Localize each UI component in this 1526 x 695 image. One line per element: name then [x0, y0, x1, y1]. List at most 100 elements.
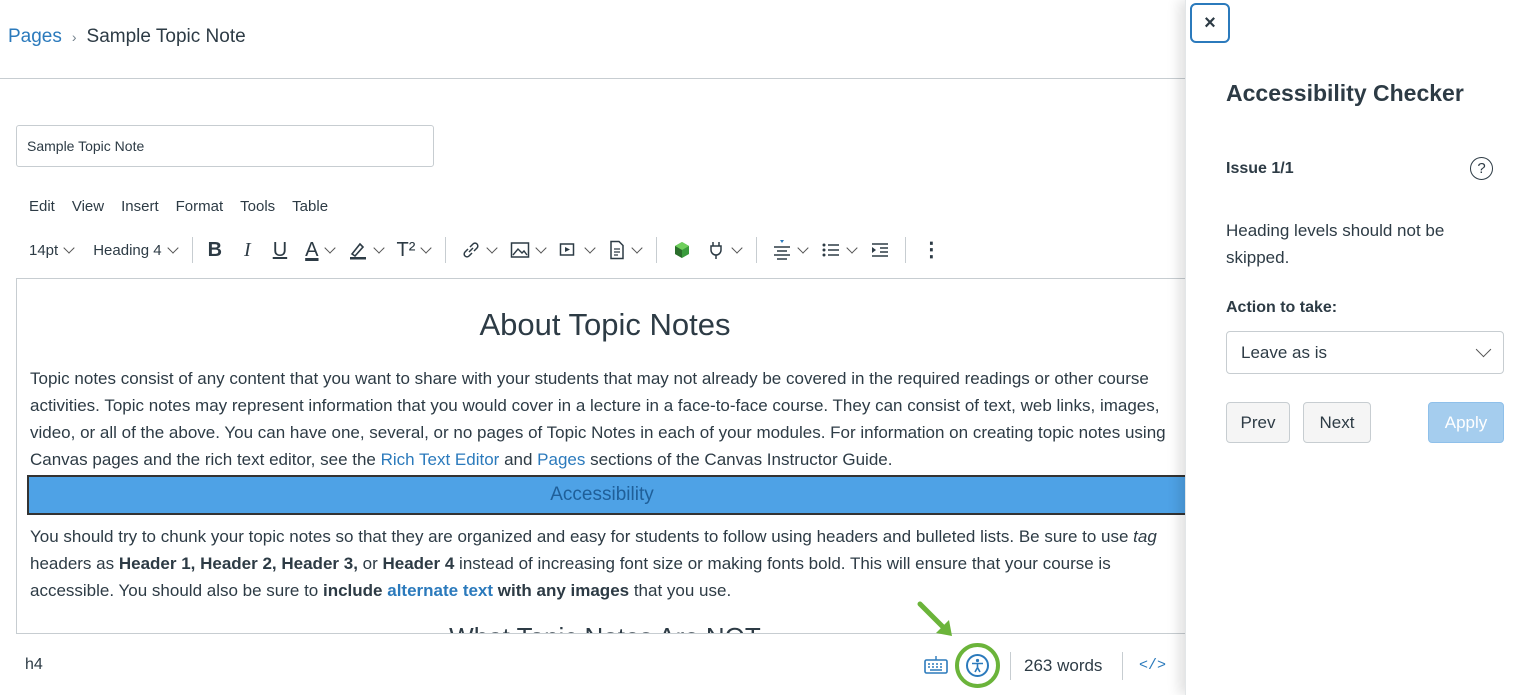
accessibility-icon [966, 654, 989, 677]
chevron-down-icon [797, 242, 810, 254]
rich-text-editor[interactable]: About Topic Notes Topic notes consist of… [16, 278, 1186, 634]
breadcrumb-current: Sample Topic Note [86, 26, 246, 47]
menu-format[interactable]: Format [176, 198, 224, 215]
italic-button[interactable]: I [237, 234, 258, 266]
content-heading: About Topic Notes [479, 307, 731, 342]
align-center-icon [774, 240, 791, 260]
block-format-select[interactable]: Heading 4 [86, 234, 183, 266]
paragraph-text: tag [1133, 527, 1157, 546]
editor-content: About Topic Notes Topic notes consist of… [27, 279, 1186, 633]
chevron-down-icon [535, 242, 548, 254]
keyboard-shortcuts-icon[interactable] [924, 655, 948, 675]
link-button[interactable] [454, 234, 503, 266]
page-title-input[interactable] [16, 125, 434, 167]
editor-menubar: Edit View Insert Format Tools Table [29, 198, 328, 215]
chevron-down-icon [420, 242, 433, 254]
media-icon [560, 243, 575, 256]
green-arrow-icon [917, 601, 952, 636]
superscript-icon: T² [396, 239, 416, 261]
font-size-select[interactable]: 14pt [22, 234, 80, 266]
issue-message: Heading levels should not be skipped. [1226, 221, 1445, 267]
chevron-down-icon [486, 242, 499, 254]
toolbar-divider [905, 237, 907, 263]
tray-title: Accessibility Checker [1226, 80, 1464, 106]
chevron-right-icon: › [71, 29, 77, 45]
align-button[interactable] [765, 234, 814, 266]
html-editor-toggle[interactable]: </> [1139, 657, 1166, 674]
superscript-button[interactable]: T² [390, 234, 438, 266]
apps-button[interactable] [665, 234, 699, 266]
paragraph-text: You should try to chunk your topic notes… [30, 527, 1134, 546]
paragraph-text: headers as [30, 554, 119, 573]
action-label: Action to take: [1226, 299, 1338, 316]
accessibility-checker-tray: × Accessibility Checker Issue 1/1 ? Head… [1185, 0, 1526, 695]
chevron-down-icon [584, 242, 597, 254]
chevron-down-icon [846, 242, 859, 254]
content-paragraph: You should try to chunk your topic notes… [30, 523, 1186, 604]
image-icon [511, 242, 530, 258]
media-button[interactable] [552, 234, 601, 266]
content-paragraph: Topic notes consist of any content that … [30, 365, 1186, 473]
menu-edit[interactable]: Edit [29, 198, 55, 215]
prev-button[interactable]: Prev [1226, 402, 1290, 443]
paragraph-text: or [357, 554, 383, 573]
menu-view[interactable]: View [72, 198, 104, 215]
image-button[interactable] [503, 234, 552, 266]
underline-button[interactable]: U [266, 234, 294, 266]
toolbar-divider [445, 237, 447, 263]
close-tray-button[interactable]: × [1190, 3, 1230, 43]
text-color-button[interactable]: A [298, 234, 340, 266]
editor-statusbar: h4 [0, 640, 1186, 695]
list-button[interactable] [814, 234, 863, 266]
bullet-list-icon [822, 243, 840, 257]
apps-cube-icon [675, 242, 690, 258]
underline-icon: U [272, 239, 288, 261]
chevron-down-icon [63, 242, 75, 254]
rich-text-editor-link[interactable]: Rich Text Editor [381, 450, 500, 469]
link-icon [463, 242, 479, 258]
text-color-icon: A [305, 239, 319, 261]
toolbar-divider [656, 237, 658, 263]
apply-button[interactable]: Apply [1428, 402, 1504, 443]
statusbar-divider [1122, 652, 1123, 680]
action-select[interactable]: Leave as is [1226, 331, 1504, 374]
menu-tools[interactable]: Tools [240, 198, 275, 215]
breadcrumb: Pages › Sample Topic Note [8, 26, 246, 48]
breadcrumb-pages-link[interactable]: Pages [8, 26, 62, 48]
menu-insert[interactable]: Insert [121, 198, 159, 215]
alternate-text-link[interactable]: alternate text [387, 581, 493, 600]
highlighter-icon [349, 242, 366, 260]
document-icon [610, 240, 625, 260]
paragraph-text: Header 1, Header 2, Header 3, [118, 554, 358, 573]
toolbar-divider [756, 237, 758, 263]
bold-icon: B [207, 239, 223, 261]
indent-button[interactable] [863, 234, 897, 266]
highlight-color-button[interactable] [341, 234, 390, 266]
paragraph-text: with any images [493, 581, 630, 600]
accessibility-banner-heading: Accessibility [27, 475, 1186, 515]
statusbar-divider [1010, 652, 1011, 680]
italic-icon: I [244, 239, 251, 261]
chevron-down-icon [1475, 341, 1492, 358]
paragraph-text: that you use. [629, 581, 732, 600]
plug-icon [710, 242, 723, 259]
indent-icon [872, 243, 889, 257]
menu-table[interactable]: Table [292, 198, 328, 215]
element-path[interactable]: h4 [25, 656, 43, 674]
help-icon[interactable]: ? [1470, 157, 1493, 180]
header-divider [0, 78, 1186, 79]
more-options-button[interactable]: ⋮ [914, 234, 948, 266]
chevron-down-icon [731, 242, 744, 254]
toolbar-divider [191, 237, 193, 263]
plugin-button[interactable] [699, 234, 748, 266]
paragraph-text: include [322, 581, 383, 600]
editor-toolbar: 14pt Heading 4 B I U A T² ⋮ [22, 234, 1182, 266]
pages-link[interactable]: Pages [537, 450, 585, 469]
next-button[interactable]: Next [1303, 402, 1371, 443]
bold-button[interactable]: B [201, 234, 229, 266]
chevron-down-icon [323, 242, 336, 254]
document-button[interactable] [601, 234, 648, 266]
person-icon [972, 658, 983, 673]
paragraph-text: sections of the Canvas Instructor Guide. [585, 450, 893, 469]
accessibility-checker-button[interactable] [955, 643, 1000, 688]
